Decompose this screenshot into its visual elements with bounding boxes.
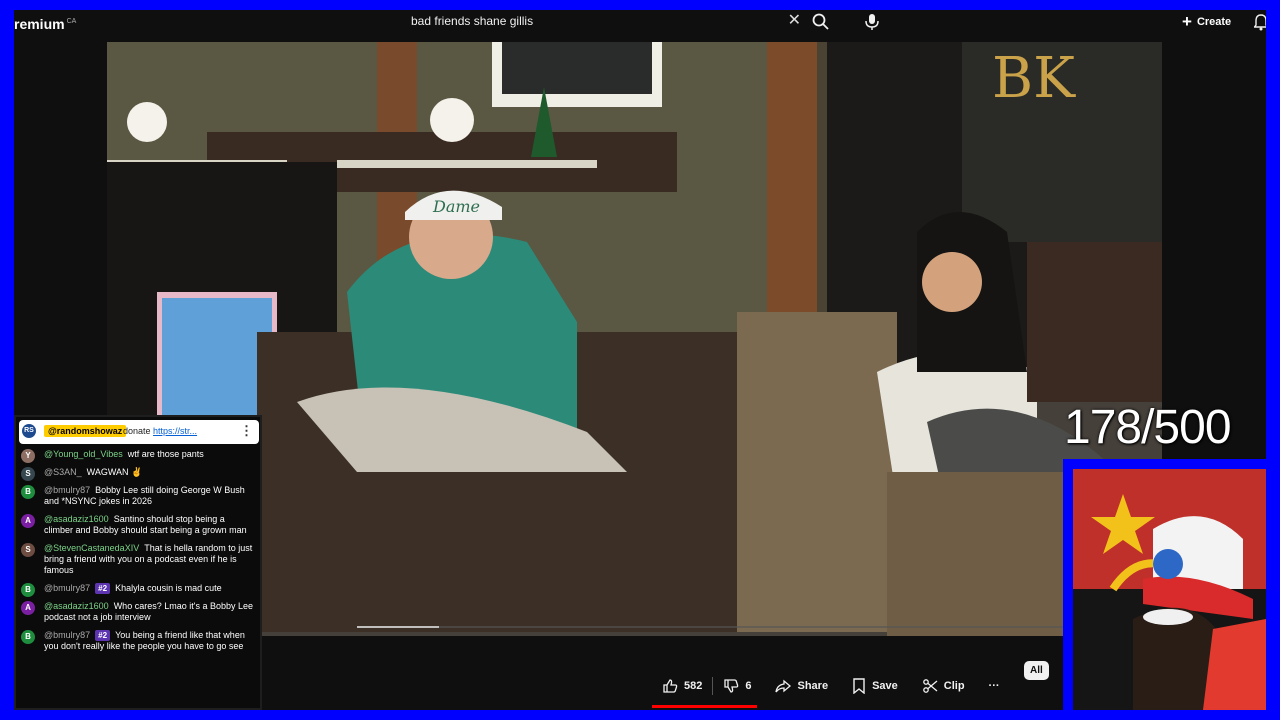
chat-message: B @bmulry87 Bobby Lee still doing George W… bbox=[16, 485, 260, 507]
chat-avatar[interactable]: B bbox=[21, 630, 35, 644]
dislike-count: 6 bbox=[745, 680, 752, 692]
app-frame: remium CA bad friends shane gillis ✕ + Cre… bbox=[14, 10, 1266, 710]
notifications-bell-icon[interactable] bbox=[1254, 13, 1266, 31]
like-separator bbox=[712, 677, 714, 695]
video-frame: BK Dame bbox=[107, 42, 1162, 636]
chat-author[interactable]: @S3AN_ bbox=[44, 467, 82, 477]
share-button[interactable]: Share bbox=[767, 672, 836, 700]
save-label: Save bbox=[872, 680, 898, 692]
bookmark-icon bbox=[853, 678, 865, 694]
chat-author[interactable]: @bmulry87 bbox=[44, 630, 90, 640]
clip-label: Clip bbox=[943, 680, 965, 692]
chat-text: wtf are those pants bbox=[127, 449, 204, 459]
search-icon[interactable] bbox=[811, 12, 831, 32]
dislike-button[interactable]: 6 bbox=[723, 678, 751, 694]
video-player[interactable]: BK Dame bbox=[107, 42, 1162, 636]
watch-progress-bar bbox=[652, 705, 757, 708]
chat-avatar[interactable]: A bbox=[21, 514, 35, 528]
chat-author[interactable]: @asadaziz1600 bbox=[44, 514, 109, 524]
pinned-avatar: RS bbox=[22, 424, 36, 438]
chat-author[interactable]: @StevenCastanedaXIV bbox=[44, 543, 139, 553]
share-icon bbox=[775, 679, 792, 693]
like-count: 582 bbox=[684, 680, 703, 692]
clear-search-icon[interactable]: ✕ bbox=[788, 10, 801, 32]
like-dislike-group: 582 6 bbox=[654, 672, 759, 700]
wall-sign: BK bbox=[992, 46, 1076, 111]
chat-avatar[interactable]: B bbox=[21, 485, 35, 499]
chat-avatar[interactable]: B bbox=[21, 583, 35, 597]
save-button[interactable]: Save bbox=[844, 672, 906, 700]
live-chat-panel: RS @randomshowaz donate https://str... ⋮… bbox=[14, 415, 262, 710]
goal-counter: 178/500 bbox=[1064, 401, 1232, 454]
more-horiz-icon: ··· bbox=[988, 680, 1000, 692]
plus-icon: + bbox=[1182, 12, 1192, 31]
webcam-feed bbox=[1073, 469, 1266, 710]
chat-author[interactable]: @bmulry87 bbox=[44, 485, 90, 495]
pinned-message[interactable]: RS @randomshowaz donate https://str... ⋮ bbox=[19, 420, 259, 444]
chat-message: Y @Young_old_Vibes wtf are those pants bbox=[16, 449, 260, 463]
thumbs-up-icon bbox=[663, 679, 678, 693]
video-progress-track[interactable] bbox=[357, 626, 1157, 628]
chat-message: S @StevenCastanedaXIV That is hella random… bbox=[16, 543, 260, 576]
chat-message: S @S3AN_ WAGWAN ✌️ bbox=[16, 467, 260, 481]
chat-author[interactable]: @bmulry87 bbox=[44, 583, 90, 593]
pinned-text: donate https://str... bbox=[123, 426, 197, 436]
scissors-icon bbox=[922, 679, 938, 693]
brand-text: remium bbox=[14, 16, 65, 32]
chat-text: Khalyla cousin is mad cute bbox=[115, 583, 222, 593]
more-actions-button[interactable]: ··· bbox=[981, 672, 1008, 700]
chat-message-list: Y @Young_old_Vibes wtf are those pants S @S3… bbox=[16, 449, 260, 659]
chat-avatar[interactable]: Y bbox=[21, 449, 35, 463]
search-query: bad friends shane gillis bbox=[411, 14, 534, 28]
like-button[interactable]: 582 bbox=[662, 678, 702, 694]
chip-all[interactable]: All bbox=[1024, 661, 1049, 680]
brand-logo[interactable]: remium CA bbox=[14, 16, 76, 32]
chat-message: B @bmulry87 #2 You being a friend like that… bbox=[16, 630, 260, 652]
member-badge: #2 bbox=[95, 630, 111, 641]
mic-icon[interactable] bbox=[862, 12, 882, 32]
webcam-overlay bbox=[1063, 459, 1266, 710]
video-actions: 582 6 Share Save Clip ··· bbox=[654, 670, 1008, 702]
search-input[interactable]: bad friends shane gillis ✕ bbox=[399, 10, 809, 34]
cap-logo: Dame bbox=[432, 197, 480, 216]
member-badge: #2 bbox=[95, 583, 111, 594]
video-progress-played bbox=[357, 626, 439, 628]
chat-message: A @asadaziz1600 Who cares? Lmao it's a Bob… bbox=[16, 601, 260, 623]
pinned-text-body: donate bbox=[123, 426, 151, 436]
chat-avatar[interactable]: A bbox=[21, 601, 35, 615]
pinned-link[interactable]: https://str... bbox=[153, 426, 197, 436]
create-button[interactable]: + Create bbox=[1172, 10, 1241, 34]
chat-avatar[interactable]: S bbox=[21, 467, 35, 481]
brand-country: CA bbox=[66, 18, 77, 26]
pinned-author[interactable]: @randomshowaz bbox=[44, 425, 127, 437]
chat-author[interactable]: @asadaziz1600 bbox=[44, 601, 109, 611]
webcam-image bbox=[1073, 469, 1266, 710]
chat-text: WAGWAN ✌️ bbox=[86, 467, 143, 477]
top-bar: remium CA bad friends shane gillis ✕ + Cre… bbox=[14, 10, 1266, 44]
create-label: Create bbox=[1196, 16, 1232, 28]
chat-message: A @asadaziz1600 Santino should stop being … bbox=[16, 514, 260, 536]
share-label: Share bbox=[797, 680, 829, 692]
clip-button[interactable]: Clip bbox=[914, 672, 973, 700]
chat-avatar[interactable]: S bbox=[21, 543, 35, 557]
chat-message: B @bmulry87 #2 Khalyla cousin is mad cute bbox=[16, 583, 260, 597]
thumbs-down-icon bbox=[724, 679, 739, 693]
more-vert-icon[interactable]: ⋮ bbox=[240, 423, 253, 439]
chat-author[interactable]: @Young_old_Vibes bbox=[44, 449, 123, 459]
